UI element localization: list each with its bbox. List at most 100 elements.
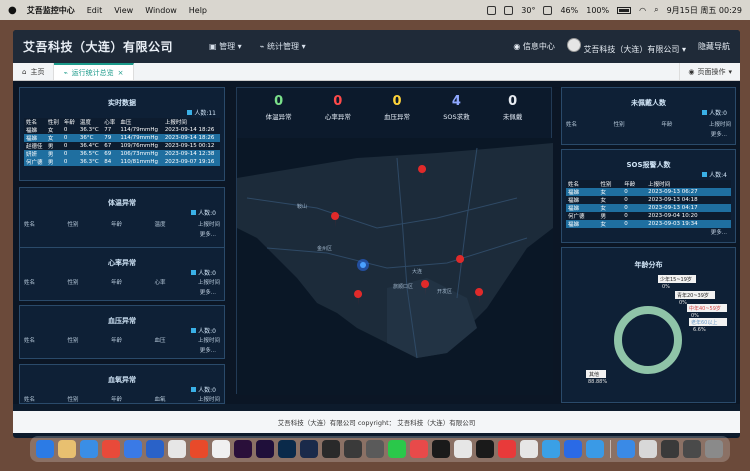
app-icon[interactable] [322, 440, 340, 458]
panel-title: 未佩戴人数 [631, 99, 666, 107]
menu-help[interactable]: Help [189, 6, 207, 15]
page-ops-button[interactable]: ◉ 页面操作 ▾ [679, 63, 740, 80]
cell: 36.3°C [77, 158, 103, 166]
more-link[interactable]: 更多... [711, 130, 727, 138]
table-row[interactable]: 福娣女 0 36.3°C 77 114/79mmHg 2023-09-14 18:26 [24, 126, 220, 134]
app-icon[interactable] [366, 440, 384, 458]
more-link[interactable]: 更多... [200, 346, 216, 354]
menubar-app-name[interactable]: 艾吾监控中心 [27, 5, 75, 16]
table-row[interactable]: 福娣女 0 2023-09-13 06:27 [566, 188, 731, 196]
table-row[interactable]: 福娣女 0 36°C 79 114/79mmHg 2023-09-14 18:26 [24, 134, 220, 142]
app-icon[interactable] [454, 440, 472, 458]
datetime[interactable]: 9月15日 周五 00:29 [667, 5, 742, 16]
wechat-icon[interactable] [388, 440, 406, 458]
col-header: 上报时间 [646, 180, 731, 188]
more-link[interactable]: 更多... [200, 288, 216, 296]
stat-heart[interactable]: 0 心率异常 [325, 94, 351, 121]
app-icon[interactable] [410, 440, 428, 458]
col-header: 性别 [598, 180, 623, 188]
account-menu[interactable]: 艾吾科技（大连）有限公司 ▾ [566, 38, 686, 55]
map-label: 大连 [412, 268, 422, 275]
qq-icon[interactable] [476, 440, 494, 458]
table-row[interactable]: 赵德佳男 0 36.4°C 67 109/76mmHg 2023-09-15 00:12 [24, 142, 220, 150]
menu-edit[interactable]: Edit [87, 6, 103, 15]
menu-window[interactable]: Window [145, 6, 177, 15]
appstore-icon[interactable] [124, 440, 142, 458]
weather-temp[interactable]: 30° [521, 6, 535, 15]
window-icon[interactable] [661, 440, 679, 458]
hide-nav-button[interactable]: 隐藏导航 [698, 41, 730, 52]
map-svg[interactable]: 金州区 旅顺口区 大连 开发区 鞍山 [237, 138, 553, 395]
map-label: 开发区 [437, 288, 452, 295]
app-icon[interactable] [190, 440, 208, 458]
lightroom-icon[interactable] [300, 440, 318, 458]
column-headers: 姓名 性别 年龄 血氧 上报时间 [24, 395, 220, 403]
stat-bp[interactable]: 0 血压异常 [384, 94, 410, 121]
app-icon[interactable] [168, 440, 186, 458]
count-badge: 人数:11 [187, 108, 216, 117]
window-icon[interactable] [683, 440, 701, 458]
current-location[interactable] [360, 262, 366, 268]
table-row[interactable]: 福娣女 0 2023-09-03 19:34 [566, 220, 731, 228]
nav-manage[interactable]: ▣ 管理 ▾ [209, 41, 242, 52]
table-row[interactable]: 何广德男 0 36.3°C 84 110/81mmHg 2023-09-07 19:16 [24, 158, 220, 166]
finder-icon[interactable] [36, 440, 54, 458]
tab-home[interactable]: ⌂ 主页 [13, 63, 55, 80]
col-header: 心率 [102, 118, 119, 126]
status-app-icon[interactable] [487, 5, 497, 15]
col-header: 性别 [67, 280, 79, 286]
cell: 0 [622, 204, 647, 212]
tab-overview-label: 运行统计总览 [71, 68, 114, 77]
cell: 2023-09-04 10:20 [646, 212, 731, 220]
photoshop-icon[interactable] [278, 440, 296, 458]
map[interactable]: 金州区 旅顺口区 大连 开发区 鞍山 [237, 138, 553, 395]
stat-temp[interactable]: 0 体温异常 [266, 94, 292, 121]
vscode-icon[interactable] [146, 440, 164, 458]
stat-value: 0 [392, 94, 402, 109]
col-header: 姓名 [24, 280, 36, 286]
age-donut-chart[interactable]: 少年15~19岁 0% 青年20~39岁 0% 中年40~59岁 0% 老年60… [562, 262, 737, 402]
more-link[interactable]: 更多... [711, 228, 727, 236]
table-row[interactable]: 何广德男 0 2023-09-04 10:20 [566, 212, 731, 220]
netease-music-icon[interactable] [498, 440, 516, 458]
count-label: 人数:0 [198, 387, 216, 394]
cell: 106/73mmHg [118, 150, 163, 158]
status-app-icon[interactable] [504, 5, 514, 15]
typora-icon[interactable] [212, 440, 230, 458]
folder-icon[interactable] [617, 440, 635, 458]
nav-stats[interactable]: ⌁ 统计管理 ▾ [260, 41, 306, 52]
wifi-icon[interactable]: ◠ [639, 6, 646, 15]
trash-icon[interactable] [705, 440, 723, 458]
message-center[interactable]: ◉ 信息中心 [513, 41, 555, 52]
stat-sos[interactable]: 4 SOS求救 [443, 94, 469, 121]
battery-percent[interactable]: 46% [560, 6, 578, 15]
chrome-icon[interactable] [102, 440, 120, 458]
battery-icon[interactable] [617, 6, 632, 14]
close-icon[interactable]: × [118, 69, 124, 77]
table-row[interactable]: 福娣女 0 2023-09-13 04:17 [566, 204, 731, 212]
footer: 艾吾科技（大连）有限公司 copyright： 艾吾科技（大连）有限公司 [13, 411, 740, 433]
safari-icon[interactable] [80, 440, 98, 458]
app-icon[interactable] [520, 440, 538, 458]
stat-unworn[interactable]: 0 未佩戴 [503, 94, 523, 121]
preview-icon[interactable] [639, 440, 657, 458]
table-row[interactable]: 妍妍男 0 36.5°C 69 106/73mmHg 2023-09-14 12:38 [24, 150, 220, 158]
premiere-icon[interactable] [256, 440, 274, 458]
app-icon[interactable] [542, 440, 560, 458]
age-label: 少年15~19岁 [660, 276, 692, 283]
launchpad-icon[interactable] [58, 440, 76, 458]
status-app-icon[interactable] [543, 5, 553, 15]
terminal-icon[interactable] [432, 440, 450, 458]
col-header: 上报时间 [197, 222, 220, 228]
age-label: 中年40~59岁 [689, 305, 721, 312]
more-link[interactable]: 更多... [200, 230, 216, 238]
table-row[interactable]: 福娣女 0 2023-09-13 04:18 [566, 196, 731, 204]
app-icon[interactable] [586, 440, 604, 458]
app-icon[interactable] [344, 440, 362, 458]
after-effects-icon[interactable] [234, 440, 252, 458]
menu-view[interactable]: View [114, 6, 133, 15]
apple-icon[interactable]: ● [8, 5, 17, 16]
app-icon[interactable] [564, 440, 582, 458]
search-icon[interactable]: ⌕ [654, 5, 658, 15]
tab-overview[interactable]: ⌁ 运行统计总览 × [54, 63, 134, 80]
